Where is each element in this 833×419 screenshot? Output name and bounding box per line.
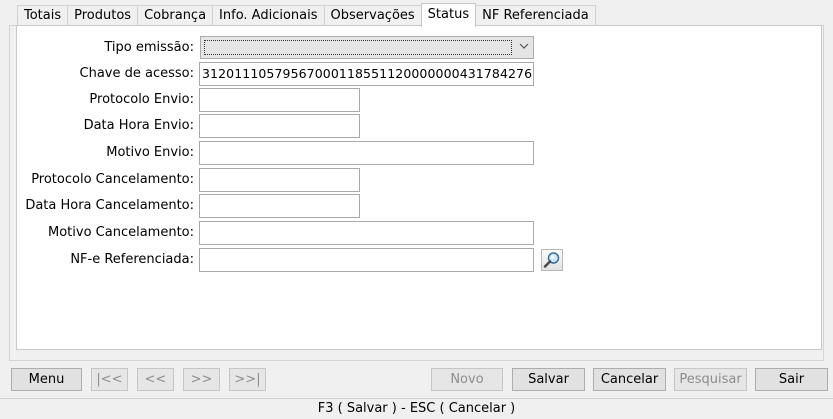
row-chave-acesso: Chave de acesso: bbox=[0, 62, 194, 86]
data-hora-envio-label: Data Hora Envio: bbox=[83, 118, 194, 133]
chevron-down-icon bbox=[519, 39, 529, 55]
row-motivo-envio: Motivo Envio: bbox=[0, 141, 194, 165]
row-motivo-cancelamento: Motivo Cancelamento: bbox=[0, 221, 194, 245]
tab-cobranca[interactable]: Cobrança bbox=[137, 5, 214, 26]
data-hora-envio-field[interactable] bbox=[199, 114, 360, 138]
motivo-envio-label: Motivo Envio: bbox=[106, 145, 194, 160]
next-record-button[interactable]: >> bbox=[183, 368, 220, 391]
nfe-search-button[interactable] bbox=[541, 249, 563, 271]
menu-button[interactable]: Menu bbox=[11, 368, 82, 391]
row-tipo-emissao: Tipo emissão: bbox=[0, 36, 194, 60]
protocolo-envio-field[interactable] bbox=[199, 88, 360, 112]
last-record-button[interactable]: >>| bbox=[229, 368, 266, 391]
row-protocolo-cancelamento: Protocolo Cancelamento: bbox=[0, 168, 194, 192]
data-hora-cancelamento-label: Data Hora Cancelamento: bbox=[25, 198, 194, 213]
tab-status[interactable]: Status bbox=[420, 3, 477, 27]
pesquisar-button[interactable]: Pesquisar bbox=[674, 368, 747, 391]
protocolo-envio-label: Protocolo Envio: bbox=[89, 92, 194, 107]
row-protocolo-envio: Protocolo Envio: bbox=[0, 88, 194, 112]
tab-info-adicionais[interactable]: Info. Adicionais bbox=[212, 5, 325, 26]
protocolo-cancelamento-label: Protocolo Cancelamento: bbox=[31, 172, 194, 187]
tipo-emissao-select[interactable] bbox=[200, 36, 534, 59]
novo-button[interactable]: Novo bbox=[431, 368, 503, 391]
magnifier-icon bbox=[543, 252, 560, 268]
tab-strip: Totais Produtos Cobrança Info. Adicionai… bbox=[17, 3, 596, 27]
motivo-cancelamento-field[interactable] bbox=[199, 221, 534, 245]
chave-acesso-field[interactable]: 3120111057956700011855112000000043178427… bbox=[199, 62, 534, 86]
nfe-referenciada-label: NF-e Referenciada: bbox=[70, 252, 194, 267]
chave-acesso-label: Chave de acesso: bbox=[79, 66, 194, 81]
row-nfe-referenciada: NF-e Referenciada: bbox=[0, 248, 194, 272]
motivo-cancelamento-label: Motivo Cancelamento: bbox=[48, 225, 194, 240]
salvar-button[interactable]: Salvar bbox=[512, 368, 585, 391]
first-record-button[interactable]: |<< bbox=[91, 368, 128, 391]
tipo-emissao-label: Tipo emissão: bbox=[104, 40, 194, 55]
protocolo-cancelamento-field[interactable] bbox=[199, 168, 360, 192]
nfe-referenciada-field[interactable] bbox=[199, 248, 534, 272]
tab-produtos[interactable]: Produtos bbox=[67, 5, 139, 26]
tipo-emissao-value bbox=[204, 40, 512, 55]
cancelar-button[interactable]: Cancelar bbox=[593, 368, 666, 391]
tab-totais[interactable]: Totais bbox=[17, 5, 69, 26]
status-bar: F3 ( Salvar ) - ESC ( Cancelar ) bbox=[0, 398, 833, 419]
sair-button[interactable]: Sair bbox=[755, 368, 828, 391]
previous-record-button[interactable]: << bbox=[137, 368, 174, 391]
row-data-hora-envio: Data Hora Envio: bbox=[0, 114, 194, 138]
tab-nf-referenciada[interactable]: NF Referenciada bbox=[475, 5, 596, 26]
row-data-hora-cancelamento: Data Hora Cancelamento: bbox=[0, 194, 194, 218]
tab-observacoes[interactable]: Observações bbox=[323, 5, 422, 26]
data-hora-cancelamento-field[interactable] bbox=[199, 194, 360, 218]
motivo-envio-field[interactable] bbox=[199, 141, 534, 165]
